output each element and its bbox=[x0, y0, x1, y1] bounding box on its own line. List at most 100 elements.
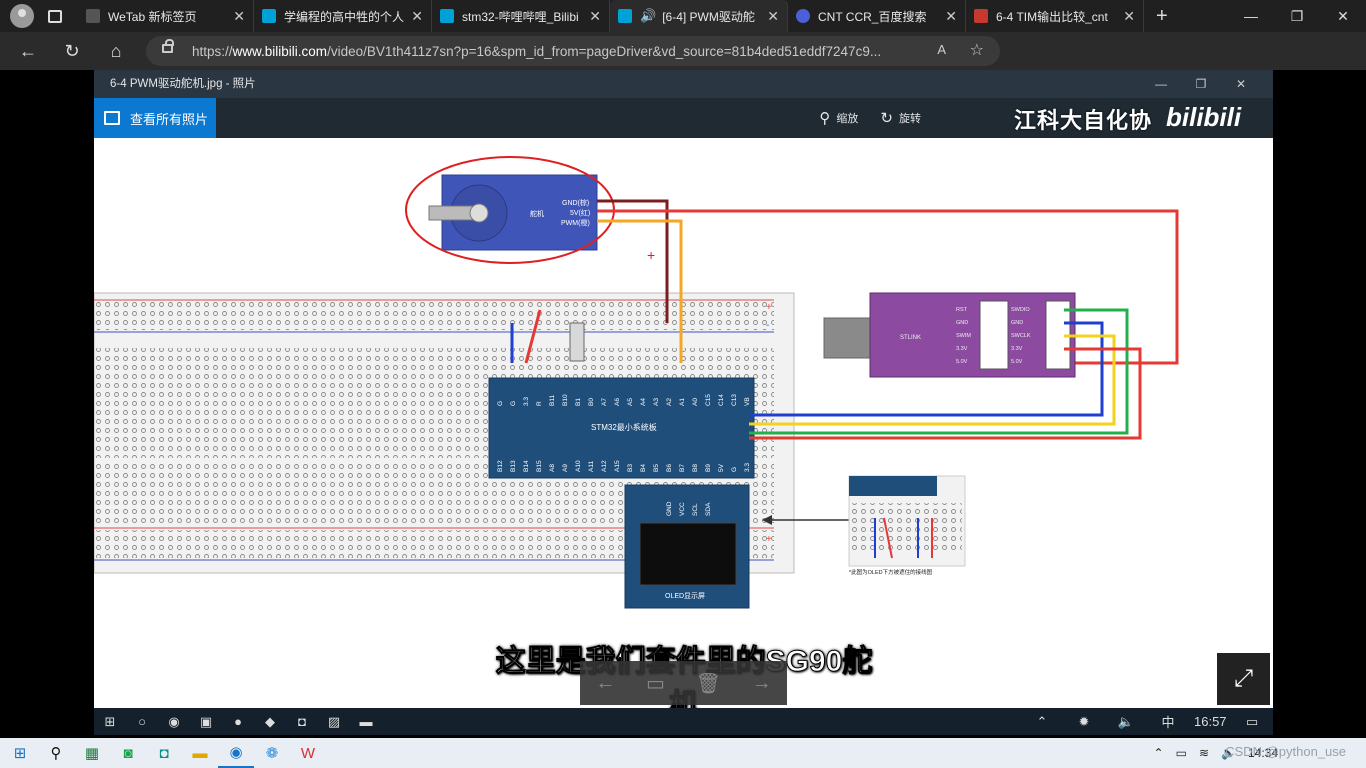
chevron-up-icon[interactable]: ⌃ bbox=[1026, 714, 1058, 730]
tab-title: 6-4 TIM输出比较_cnt bbox=[996, 9, 1108, 24]
stm32-bottom-pin-label: 5V bbox=[718, 463, 725, 472]
search-circle-icon[interactable]: ○ bbox=[126, 714, 158, 729]
network-icon[interactable]: ✹ bbox=[1068, 714, 1100, 730]
chevron-up-icon[interactable]: ⌃ bbox=[1154, 746, 1164, 760]
oled-pin-label: SCL bbox=[692, 503, 699, 516]
lock-icon[interactable] bbox=[162, 39, 174, 53]
expand-icon: ⤢ bbox=[1233, 665, 1254, 692]
stm32-bottom-pin-label: B13 bbox=[510, 460, 517, 472]
photos-toolbar: 查看所有照片 ⚲ 缩放 ↻ 旋转 江科大自化协 bilibili bbox=[94, 98, 1273, 138]
tab-csdn[interactable]: 6-4 TIM输出比较_cnt ✕ bbox=[966, 0, 1144, 32]
close-icon[interactable]: ✕ bbox=[411, 8, 423, 25]
tab-title: [6-4] PWM驱动舵 bbox=[662, 9, 755, 24]
minimize-button[interactable]: — bbox=[1228, 0, 1274, 32]
tab-baidu[interactable]: CNT CCR_百度搜索 ✕ bbox=[788, 0, 966, 32]
all-photos-label: 查看所有照片 bbox=[130, 111, 209, 127]
all-photos-button[interactable]: 查看所有照片 bbox=[94, 98, 216, 138]
close-icon[interactable]: ✕ bbox=[233, 8, 245, 25]
restore-button[interactable]: ❐ bbox=[1274, 0, 1320, 32]
stm32-top-pin-label: C15 bbox=[705, 394, 712, 406]
app-icon[interactable]: ◙ bbox=[110, 738, 146, 768]
stm32-bottom-pin-label: B4 bbox=[640, 464, 647, 472]
stm32-bottom-pin-label: G bbox=[731, 467, 738, 472]
url-field[interactable]: https://www.bilibili.com/video/BV1th411z… bbox=[146, 36, 1000, 66]
photos-icon[interactable]: ▨ bbox=[318, 714, 350, 730]
inner-taskbar: ⊞ ○ ◉ ▣ ● ◆ ◘ ▨ ▬ ⌃ ✹ 🔈 中 16:57 ▭ bbox=[94, 708, 1273, 735]
tab-pwm-servo[interactable]: 🔊 [6-4] PWM驱动舵 ✕ bbox=[610, 0, 788, 32]
close-icon[interactable]: ✕ bbox=[945, 8, 957, 25]
close-icon[interactable]: ✕ bbox=[1123, 8, 1135, 25]
folder-icon[interactable]: ▬ bbox=[350, 714, 382, 729]
close-window-button[interactable]: ✕ bbox=[1221, 70, 1261, 98]
stlink-right-pin-label: 5.0V bbox=[1011, 359, 1023, 365]
stm32-bottom-pin-label: A15 bbox=[614, 460, 621, 472]
close-window-button[interactable]: ✕ bbox=[1320, 0, 1366, 32]
zoom-button[interactable]: ⚲ 缩放 bbox=[819, 109, 858, 127]
tab-title: stm32-哔哩哔哩_Bilibi bbox=[462, 9, 579, 24]
edge-icon[interactable]: ◉ bbox=[218, 738, 254, 768]
speaker-icon[interactable]: 🔊 bbox=[640, 8, 656, 24]
minimize-button[interactable]: — bbox=[1141, 70, 1181, 98]
tab-bilibili-space[interactable]: 学编程的高中牲的个人 ✕ bbox=[254, 0, 432, 32]
stm32-top-pin-label: A4 bbox=[640, 398, 647, 406]
svg-text:-: - bbox=[766, 320, 769, 331]
app-icon[interactable]: ❁ bbox=[254, 738, 290, 768]
stlink-left-pin-label: GND bbox=[956, 320, 968, 326]
address-bar-row: ← ↻ ⌂ https://www.bilibili.com/video/BV1… bbox=[0, 32, 1366, 92]
profile-avatar[interactable] bbox=[10, 4, 34, 28]
speaker-icon[interactable]: 🔈 bbox=[1110, 714, 1142, 730]
app-icon[interactable]: ◆ bbox=[254, 714, 286, 730]
windows-start-icon[interactable]: ⊞ bbox=[94, 714, 126, 730]
home-button[interactable]: ⌂ bbox=[98, 36, 134, 66]
back-button[interactable]: ← bbox=[10, 36, 46, 66]
rotate-button[interactable]: ↻ 旋转 bbox=[880, 109, 921, 127]
app-icon[interactable]: ◘ bbox=[286, 714, 318, 729]
tab-actions-icon[interactable] bbox=[48, 9, 62, 23]
stm32-bottom-pin-label: 3.3 bbox=[744, 463, 751, 472]
url-scheme: https:// bbox=[192, 43, 233, 59]
wps-icon[interactable]: ▦ bbox=[74, 738, 110, 768]
next-arrow-icon[interactable]: → bbox=[752, 672, 772, 695]
app-icon[interactable]: ◘ bbox=[146, 738, 182, 768]
windows-start-icon[interactable]: ⊞ bbox=[2, 738, 38, 768]
close-icon[interactable]: ✕ bbox=[767, 8, 779, 25]
notification-icon[interactable]: ▭ bbox=[1236, 714, 1268, 730]
app-icon[interactable]: ● bbox=[222, 714, 254, 729]
inner-clock[interactable]: 16:57 bbox=[1194, 714, 1227, 729]
stm32-bottom-pin-label: A9 bbox=[562, 464, 569, 472]
read-aloud-icon[interactable]: A bbox=[937, 42, 946, 57]
folder-icon[interactable]: ▬ bbox=[182, 738, 218, 768]
edge-icon[interactable]: ◉ bbox=[158, 714, 190, 730]
wifi-icon[interactable]: ≋ bbox=[1199, 746, 1209, 760]
stm32-top-pin-label: A5 bbox=[627, 398, 634, 406]
refresh-button[interactable]: ↻ bbox=[54, 36, 90, 66]
previous-arrow-icon[interactable]: ← bbox=[595, 672, 615, 695]
slideshow-icon[interactable]: ▭ bbox=[646, 671, 665, 696]
oled-pin-label: SDA bbox=[705, 502, 712, 516]
wps-office-icon[interactable]: W bbox=[290, 738, 326, 768]
tab-title: WeTab 新标签页 bbox=[108, 9, 197, 24]
tab-stm32[interactable]: stm32-哔哩哔哩_Bilibi ✕ bbox=[432, 0, 610, 32]
stlink-right-pin-label: SWCLK bbox=[1011, 333, 1031, 339]
stm32-top-pin-label: VB bbox=[744, 397, 751, 406]
stlink-left-pin-label: SWIM bbox=[956, 333, 971, 339]
delete-icon[interactable]: 🗑 bbox=[696, 671, 721, 696]
stm32-top-pin-label: G bbox=[510, 401, 517, 406]
stm32-top-pin-label: B0 bbox=[588, 398, 595, 406]
stlink-left-pin-label: 5.0V bbox=[956, 359, 968, 365]
app-icon[interactable]: ▣ bbox=[190, 714, 222, 730]
ime-indicator[interactable]: 中 bbox=[1152, 712, 1184, 731]
stm32-top-pin-label: C13 bbox=[731, 394, 738, 406]
close-icon[interactable]: ✕ bbox=[589, 8, 601, 25]
search-icon[interactable]: ⚲ bbox=[38, 738, 74, 768]
stm32-top-pin-label: B11 bbox=[549, 395, 556, 406]
favorite-star-icon[interactable]: ☆ bbox=[970, 40, 984, 60]
tab-wetab[interactable]: WeTab 新标签页 ✕ bbox=[78, 0, 254, 32]
new-tab-button[interactable]: + bbox=[1156, 5, 1168, 28]
wetab-icon bbox=[86, 9, 100, 23]
restore-button[interactable]: ❐ bbox=[1181, 70, 1221, 98]
fullscreen-button[interactable]: ⤢ bbox=[1217, 653, 1270, 705]
stm32-bottom-pin-label: A12 bbox=[601, 460, 608, 472]
battery-icon[interactable]: ▭ bbox=[1176, 746, 1187, 760]
bilibili-tv-icon bbox=[440, 9, 454, 23]
